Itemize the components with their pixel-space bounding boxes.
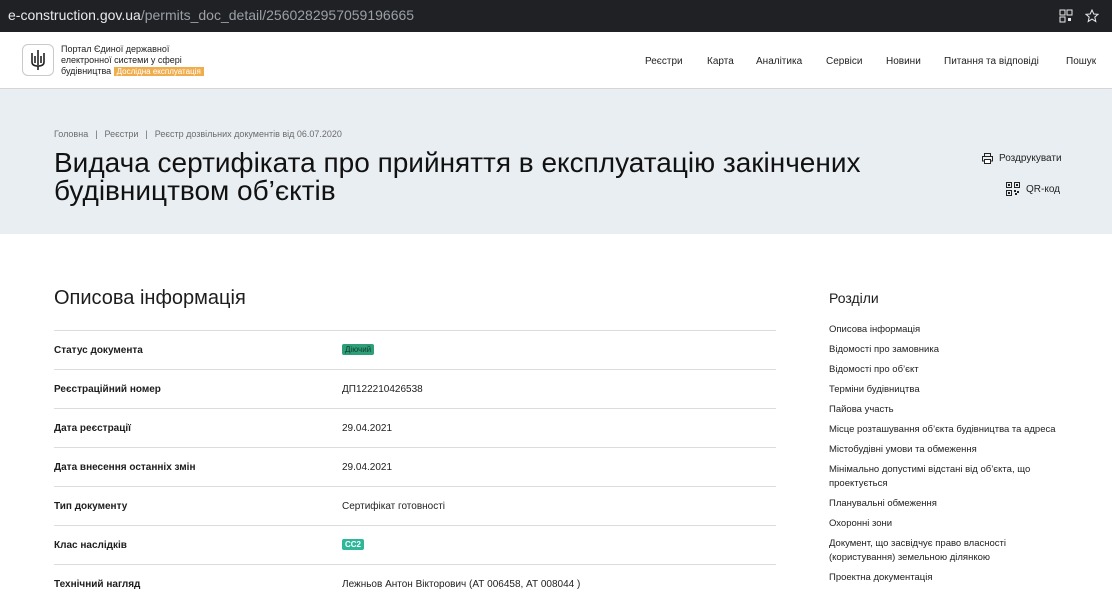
trident-logo-icon[interactable] xyxy=(22,44,54,76)
info-table: Статус документа Діючий Реєстраційний но… xyxy=(54,330,776,603)
status-badge: Діючий xyxy=(342,344,375,355)
toc-item[interactable]: Охоронні зони xyxy=(829,517,1069,531)
row-label: Реєстраційний номер xyxy=(54,384,161,395)
nav-analytics[interactable]: Аналітика xyxy=(756,56,802,67)
beta-badge: Дослідна експлуатація xyxy=(113,67,204,76)
qr-code-icon xyxy=(1006,182,1020,196)
row-label: Тип документу xyxy=(54,501,128,512)
row-value: ДП122210426538 xyxy=(342,384,423,395)
site-header: Портал Єдиної державної електронної сист… xyxy=(0,32,1112,89)
info-row-status: Статус документа Діючий xyxy=(54,330,776,369)
print-label: Роздрукувати xyxy=(999,153,1062,164)
info-row-reg-date: Дата реєстрації 29.04.2021 xyxy=(54,408,776,447)
info-row-last-change: Дата внесення останніх змін 29.04.2021 xyxy=(54,447,776,486)
row-value: Сертифікат готовності xyxy=(342,501,446,512)
bookmark-star-icon[interactable] xyxy=(1082,6,1102,26)
nav-search[interactable]: Пошук xyxy=(1066,56,1096,67)
toc-item[interactable]: Проектна документація xyxy=(829,571,1069,585)
info-row-doc-type: Тип документу Сертифікат готовності xyxy=(54,486,776,525)
breadcrumb-registries[interactable]: Реєстри xyxy=(105,129,139,139)
toc-list: Описова інформація Відомості про замовни… xyxy=(829,323,1069,591)
qr-share-icon[interactable] xyxy=(1056,6,1076,26)
toc-item[interactable]: Терміни будівництва xyxy=(829,383,1069,397)
page-title: Видача сертифіката про прийняття в експл… xyxy=(54,147,861,206)
toc-item[interactable]: Відомості про замовника xyxy=(829,343,1069,357)
toc-title: Розділи xyxy=(829,290,879,306)
url-host: e-construction.gov.ua xyxy=(8,7,141,23)
section-title: Описова інформація xyxy=(54,287,246,309)
toc-item[interactable]: Пайова участь xyxy=(829,403,1069,417)
toc-item[interactable]: Мінімально допустимі відстані від об’єкт… xyxy=(829,463,1069,491)
breadcrumb-home[interactable]: Головна xyxy=(54,129,88,139)
row-value: Лежньов Антон Вікторович (АТ 006458, АТ … xyxy=(342,579,581,590)
printer-icon xyxy=(982,153,993,164)
row-value: Діючий xyxy=(342,344,375,355)
toc-item[interactable]: Відомості про об’єкт xyxy=(829,363,1069,377)
nav-faq[interactable]: Питання та відповіді xyxy=(944,56,1039,67)
nav-news[interactable]: Новини xyxy=(886,56,921,67)
row-value: 29.04.2021 xyxy=(342,462,393,473)
toc-item[interactable]: Планувальні обмеження xyxy=(829,497,1069,511)
page-hero: Головна | Реєстри | Реєстр дозвільних докуме… xyxy=(0,89,1112,234)
info-row-consequence-class: Клас наслідків CC2 xyxy=(54,525,776,564)
class-badge: CC2 xyxy=(342,539,365,550)
row-label: Технічний нагляд xyxy=(54,579,141,590)
nav-registries[interactable]: Реєстри xyxy=(645,56,683,67)
row-value: CC2 xyxy=(342,539,365,550)
url-text[interactable]: e-construction.gov.ua/permits_doc_detail… xyxy=(8,7,414,23)
toc-item[interactable]: Місце розташування об’єкта будівництва т… xyxy=(829,423,1069,437)
row-value: 29.04.2021 xyxy=(342,423,393,434)
portal-name[interactable]: Портал Єдиної державної електронної сист… xyxy=(61,44,221,77)
qr-code-button[interactable]: QR-код xyxy=(1006,182,1060,196)
breadcrumb-current: Реєстр дозвільних документів від 06.07.2… xyxy=(154,129,342,139)
info-row-reg-number: Реєстраційний номер ДП122210426538 xyxy=(54,369,776,408)
nav-map[interactable]: Карта xyxy=(707,56,734,67)
toc-item[interactable]: Містобудівні умови та обмеження xyxy=(829,443,1069,457)
print-button[interactable]: Роздрукувати xyxy=(982,153,1062,164)
qr-code-label: QR-код xyxy=(1026,183,1060,195)
breadcrumb: Головна | Реєстри | Реєстр дозвільних докуме… xyxy=(54,129,342,139)
row-label: Статус документа xyxy=(54,345,143,356)
nav-services[interactable]: Сервіси xyxy=(826,56,862,67)
toc-item[interactable]: Описова інформація xyxy=(829,323,1069,337)
browser-address-bar[interactable]: e-construction.gov.ua/permits_doc_detail… xyxy=(0,0,1112,32)
info-row-supervision: Технічний нагляд Лежньов Антон Вікторови… xyxy=(54,564,776,603)
row-label: Дата реєстрації xyxy=(54,423,131,434)
row-label: Клас наслідків xyxy=(54,540,127,551)
toc-item[interactable]: Документ, що засвідчує право власності (… xyxy=(829,537,1069,565)
row-label: Дата внесення останніх змін xyxy=(54,462,196,473)
url-path: /permits_doc_detail/2560282957059196665 xyxy=(140,7,415,23)
